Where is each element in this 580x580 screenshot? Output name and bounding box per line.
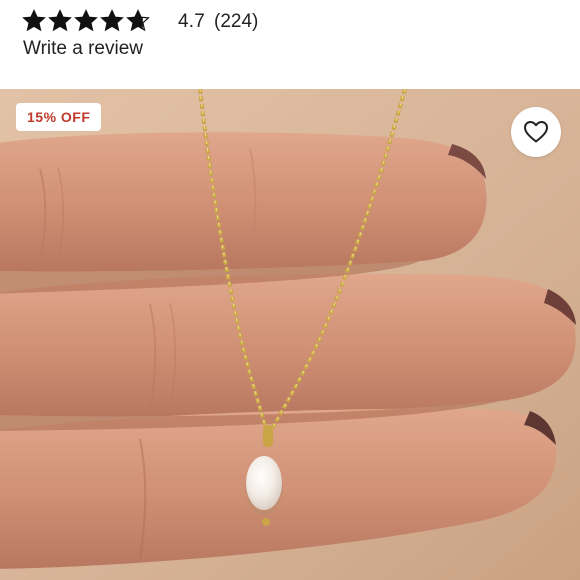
necklace-photo	[0, 89, 580, 580]
star-icon	[48, 9, 72, 32]
heart-outline-icon	[524, 121, 548, 143]
product-image[interactable]	[0, 89, 580, 580]
star-rating[interactable]	[22, 9, 150, 33]
star-icon	[126, 9, 150, 32]
write-review-link[interactable]: Write a review	[23, 38, 143, 60]
discount-badge: 15% OFF	[16, 103, 102, 131]
favorite-button[interactable]	[511, 107, 561, 157]
star-icon	[74, 9, 98, 32]
star-icon	[22, 9, 46, 32]
rating-value: 4.7	[178, 11, 206, 32]
rating-section: 4.7 (224) Write a review	[0, 0, 580, 88]
review-count: (224)	[214, 11, 259, 32]
product-page: 4.7 (224) Write a review 15% OFF	[0, 0, 580, 580]
star-icon	[100, 9, 124, 32]
